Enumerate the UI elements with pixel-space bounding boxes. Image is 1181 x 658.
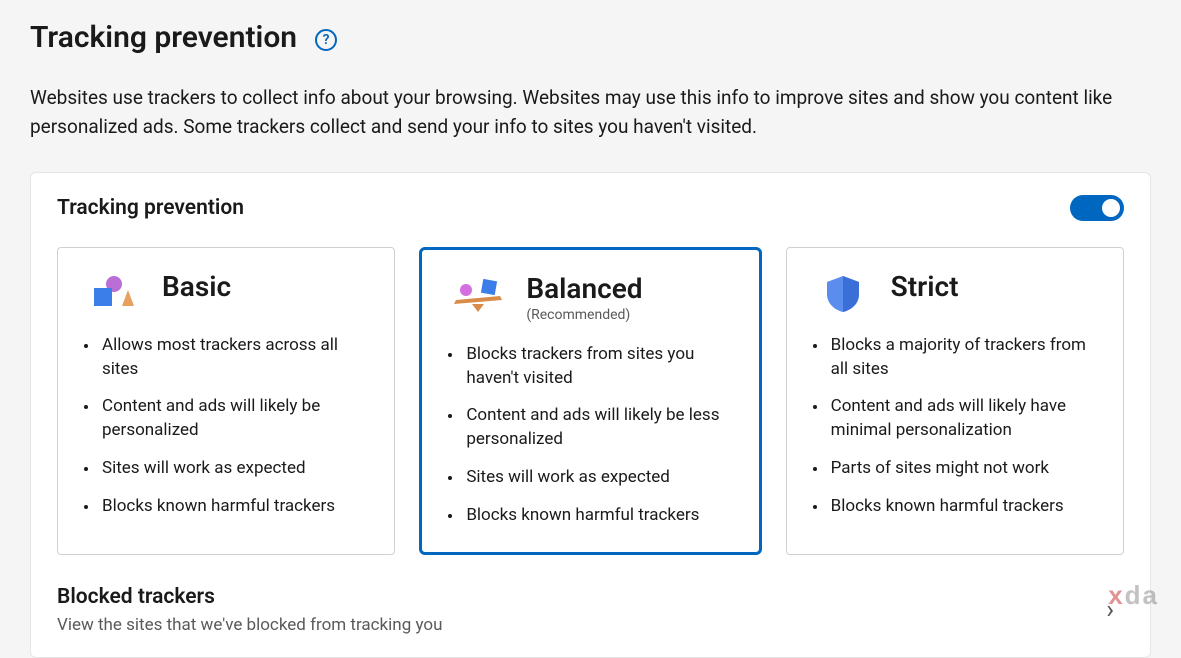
help-icon[interactable]: ? — [315, 29, 337, 51]
level-card-basic[interactable]: Basic Allows most trackers across all si… — [57, 247, 395, 555]
tracking-prevention-toggle[interactable] — [1070, 195, 1124, 221]
blocked-trackers-title: Blocked trackers — [57, 585, 442, 609]
chevron-right-icon: › — [1106, 595, 1124, 625]
card-title-basic: Basic — [162, 270, 231, 303]
level-card-balanced[interactable]: Balanced (Recommended) Blocks trackers f… — [419, 247, 761, 555]
list-item: Parts of sites might not work — [807, 457, 1103, 481]
tracking-prevention-panel: Tracking prevention Basic Allows most tr… — [30, 172, 1151, 658]
card-title-balanced: Balanced — [526, 272, 642, 305]
list-item: Content and ads will likely have minimal… — [807, 395, 1103, 443]
blocked-trackers-row[interactable]: Blocked trackers View the sites that we'… — [57, 585, 1124, 635]
list-item: Blocks known harmful trackers — [78, 495, 374, 519]
card-subtitle-balanced: (Recommended) — [526, 307, 642, 323]
list-item: Blocks trackers from sites you haven't v… — [442, 343, 738, 391]
list-item: Blocks a majority of trackers from all s… — [807, 334, 1103, 382]
panel-title: Tracking prevention — [57, 196, 244, 220]
page-description: Websites use trackers to collect info ab… — [30, 83, 1130, 142]
card-title-strict: Strict — [891, 270, 959, 303]
list-item: Sites will work as expected — [442, 466, 738, 490]
blocked-trackers-description: View the sites that we've blocked from t… — [57, 615, 442, 635]
strict-icon — [817, 274, 869, 314]
list-item: Blocks known harmful trackers — [442, 504, 738, 528]
list-item: Blocks known harmful trackers — [807, 495, 1103, 519]
list-item: Allows most trackers across all sites — [78, 334, 374, 382]
basic-icon — [88, 274, 140, 314]
list-item: Content and ads will likely be personali… — [78, 395, 374, 443]
list-item: Content and ads will likely be less pers… — [442, 404, 738, 452]
toggle-knob — [1102, 199, 1120, 217]
level-card-strict[interactable]: Strict Blocks a majority of trackers fro… — [786, 247, 1124, 555]
page-title: Tracking prevention — [30, 20, 297, 55]
balanced-icon — [452, 276, 504, 316]
list-item: Sites will work as expected — [78, 457, 374, 481]
